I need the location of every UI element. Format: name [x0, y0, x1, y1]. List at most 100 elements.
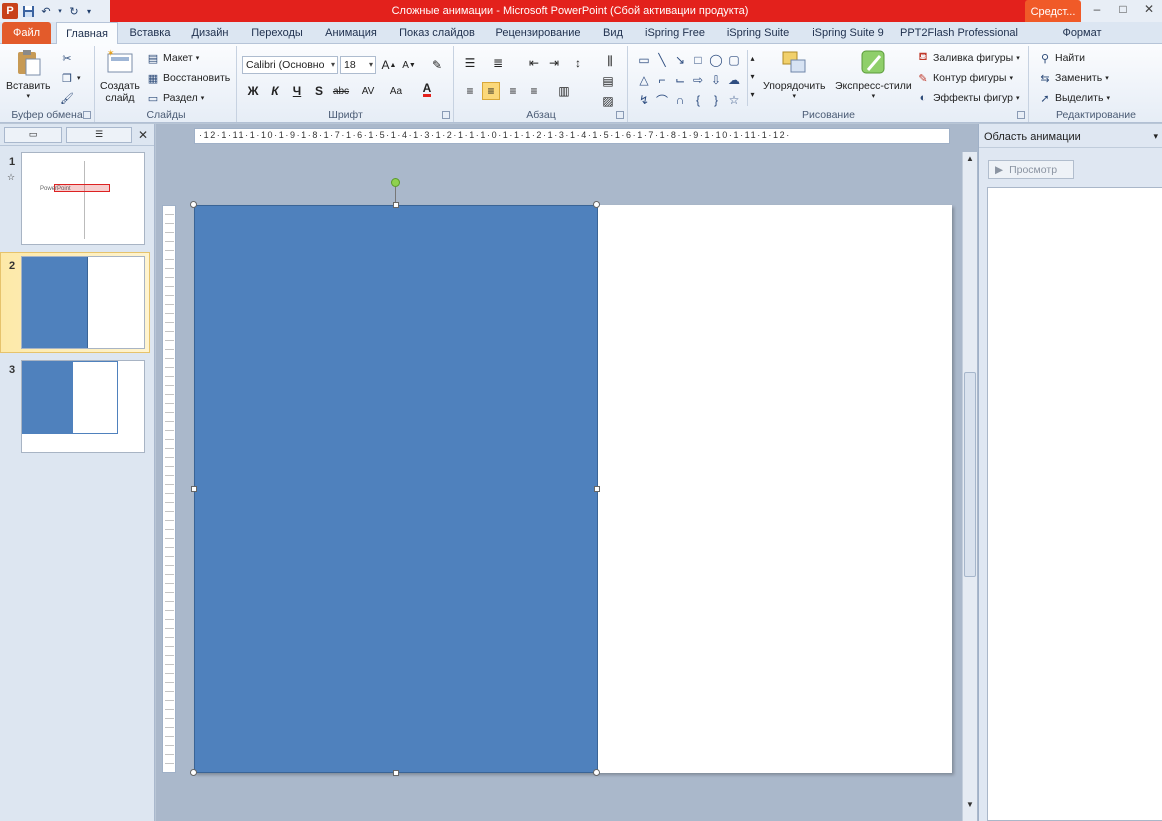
slide-thumbnail-2[interactable]	[21, 256, 145, 349]
text-direction-icon[interactable]: ⫼	[601, 52, 619, 70]
customize-qat-icon[interactable]: ▾	[84, 3, 94, 19]
font-launcher-icon[interactable]	[442, 111, 450, 119]
outline-tab[interactable]: ☰	[66, 126, 132, 143]
clear-formatting-icon[interactable]: ✎	[428, 56, 446, 74]
drawing-launcher-icon[interactable]	[1017, 111, 1025, 119]
numbering-icon[interactable]: ≣	[489, 54, 507, 72]
section-button[interactable]: ▭ Раздел ▾	[146, 89, 204, 107]
select-button[interactable]: ➚ Выделить ▾	[1038, 89, 1110, 107]
tab-review[interactable]: Рецензирование	[490, 22, 586, 44]
find-button[interactable]: ⚲ Найти	[1038, 49, 1085, 67]
resize-handle-top[interactable]	[393, 202, 399, 208]
replace-button[interactable]: ⇆ Заменить ▾	[1038, 69, 1108, 87]
layout-button[interactable]: ▤ Макет ▾	[146, 49, 199, 67]
tab-ispring-free[interactable]: iSpring Free	[640, 22, 710, 44]
reset-button[interactable]: ▦ Восстановить	[146, 69, 230, 87]
selected-rectangle-shape[interactable]	[194, 205, 598, 773]
shadow-button[interactable]: S	[310, 82, 328, 100]
drawing-tools-context-tab[interactable]: Средст...	[1025, 0, 1081, 22]
align-left-icon[interactable]: ≡	[461, 82, 479, 100]
minimize-button[interactable]: –	[1084, 0, 1110, 18]
scroll-up-icon[interactable]: ▲	[966, 154, 974, 163]
scroll-down-icon[interactable]: ▼	[966, 800, 974, 809]
arrow-line-shape-icon[interactable]: ↘	[671, 50, 689, 70]
redo-icon[interactable]: ↻	[66, 3, 82, 19]
arrange-button[interactable]: Упорядочить ▾	[763, 48, 825, 100]
arc-shape-icon[interactable]: ∩	[671, 90, 689, 110]
align-text-icon[interactable]: ▤	[599, 72, 617, 90]
text-box-shape-icon[interactable]: ▭	[635, 50, 653, 70]
callout-shape-icon[interactable]: ☁	[725, 70, 743, 90]
animation-pane-menu-icon[interactable]: ▾	[1153, 131, 1158, 142]
tab-design[interactable]: Дизайн	[184, 22, 236, 44]
resize-handle-right[interactable]	[594, 486, 600, 492]
align-center-icon[interactable]: ≡	[482, 82, 500, 100]
oval-shape-icon[interactable]: ◯	[707, 50, 725, 70]
close-panel-icon[interactable]: ✕	[138, 128, 148, 142]
left-brace-shape-icon[interactable]: {	[689, 90, 707, 110]
columns-icon[interactable]: ▥	[555, 82, 573, 100]
undo-icon[interactable]: ↶	[38, 3, 54, 19]
cut-button[interactable]: ✂	[60, 49, 74, 67]
connector-shape-icon[interactable]: ⌐	[653, 70, 671, 90]
resize-handle-top-left[interactable]	[190, 201, 197, 208]
rotation-handle[interactable]	[391, 178, 400, 187]
tab-ppt2flash[interactable]: PPT2Flash Professional	[900, 22, 1018, 44]
preview-button[interactable]: ▶ Просмотр	[988, 160, 1074, 179]
save-icon[interactable]	[20, 3, 36, 19]
elbow-connector-shape-icon[interactable]: ⌙	[671, 70, 689, 90]
tab-format[interactable]: Формат	[1052, 22, 1112, 44]
resize-handle-bottom-right[interactable]	[593, 769, 600, 776]
slide-thumbnail-1[interactable]: PowerPoint	[21, 152, 145, 245]
slides-tab[interactable]: ▭	[4, 126, 62, 143]
font-size-combo[interactable]: 18 ▾	[340, 56, 376, 74]
rounded-rect-shape-icon[interactable]: ▢	[725, 50, 743, 70]
quick-styles-button[interactable]: Экспресс-стили ▾	[835, 48, 912, 100]
slide-thumbnail-3[interactable]	[21, 360, 145, 453]
shapes-gallery[interactable]: ▭ ╲ ↘ □ ◯ ▢ △ ⌐ ⌙ ⇨ ⇩ ☁ ↯ ⌒ ∩{} ☆	[635, 50, 745, 110]
paste-dropdown-icon[interactable]: ▾	[27, 92, 31, 100]
resize-handle-bottom[interactable]	[393, 770, 399, 776]
right-arrow-shape-icon[interactable]: ⇨	[689, 70, 707, 90]
clipboard-launcher-icon[interactable]	[83, 111, 91, 119]
character-spacing-button[interactable]: AV	[356, 82, 380, 100]
curve-shape-icon[interactable]: ⌒	[653, 90, 671, 110]
strikethrough-button[interactable]: abc	[330, 82, 352, 100]
paragraph-launcher-icon[interactable]	[616, 111, 624, 119]
tab-insert[interactable]: Вставка	[124, 22, 176, 44]
right-brace-shape-icon[interactable]: }	[707, 90, 725, 110]
powerpoint-app-icon[interactable]: P	[2, 3, 18, 19]
close-button[interactable]: ✕	[1136, 0, 1162, 18]
tab-file[interactable]: Файл	[2, 22, 51, 44]
underline-button[interactable]: Ч	[288, 82, 306, 100]
decrease-indent-icon[interactable]: ⇤	[525, 54, 543, 72]
grow-font-button[interactable]: A ▲	[380, 56, 398, 74]
line-spacing-icon[interactable]: ↕	[569, 54, 587, 72]
undo-dropdown-icon[interactable]: ▾	[56, 3, 64, 19]
shrink-font-button[interactable]: A ▼	[400, 56, 418, 74]
font-color-button[interactable]: A	[418, 80, 436, 98]
bold-button[interactable]: Ж	[244, 82, 262, 100]
shape-outline-button[interactable]: ✎ Контур фигуры ▾	[916, 69, 1013, 87]
tab-view[interactable]: Вид	[596, 22, 630, 44]
shape-fill-button[interactable]: ⛾ Заливка фигуры ▾	[916, 49, 1020, 67]
copy-button[interactable]: ❐ ▾	[60, 69, 81, 87]
resize-handle-bottom-left[interactable]	[190, 769, 197, 776]
tab-slide-show[interactable]: Показ слайдов	[394, 22, 480, 44]
resize-handle-top-right[interactable]	[593, 201, 600, 208]
change-case-button[interactable]: Aa	[384, 82, 408, 100]
rectangle-shape-icon[interactable]: □	[689, 50, 707, 70]
down-arrow-shape-icon[interactable]: ⇩	[707, 70, 725, 90]
star-shape-icon[interactable]: ☆	[725, 90, 743, 110]
shapes-gallery-scroll[interactable]: ▴ ▾ ▾	[747, 50, 757, 106]
align-right-icon[interactable]: ≡	[504, 82, 522, 100]
italic-button[interactable]: К	[266, 82, 284, 100]
bullets-icon[interactable]: ☰	[461, 54, 479, 72]
freeform-shape-icon[interactable]: ↯	[635, 90, 653, 110]
justify-icon[interactable]: ≡	[525, 82, 543, 100]
maximize-button[interactable]: □	[1110, 0, 1136, 18]
animation-list[interactable]	[987, 187, 1162, 821]
copy-dropdown-icon[interactable]: ▾	[77, 74, 81, 82]
paste-button[interactable]: Вставить ▾	[6, 48, 51, 100]
tab-transitions[interactable]: Переходы	[246, 22, 308, 44]
